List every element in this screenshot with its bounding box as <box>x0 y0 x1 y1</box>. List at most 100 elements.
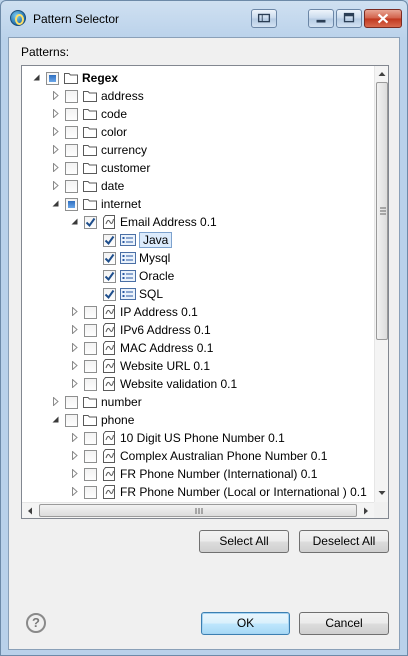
tree-checkbox[interactable] <box>65 198 78 211</box>
tree-checkbox[interactable] <box>65 162 78 175</box>
tree-checkbox[interactable] <box>65 90 78 103</box>
tree-node-label: IP Address 0.1 <box>120 305 198 319</box>
collapsed-arrow-icon[interactable] <box>70 469 79 478</box>
folder-icon <box>83 397 97 408</box>
tree-checkbox[interactable] <box>84 486 97 499</box>
expanded-arrow-icon[interactable] <box>70 217 79 226</box>
tree-node[interactable]: number <box>22 393 374 411</box>
tree-node[interactable]: customer <box>22 159 374 177</box>
expanded-arrow-icon[interactable] <box>51 415 60 424</box>
folder-icon <box>83 415 97 426</box>
tree-checkbox[interactable] <box>84 468 97 481</box>
tree-node[interactable]: IP Address 0.1 <box>22 303 374 321</box>
pattern-tree[interactable]: Regex address code color currency customer dat… <box>21 65 389 519</box>
tree-checkbox[interactable] <box>65 108 78 121</box>
restore-layout-button[interactable] <box>251 9 277 28</box>
collapsed-arrow-icon[interactable] <box>51 145 60 154</box>
tree-checkbox[interactable] <box>84 306 97 319</box>
tree-node[interactable]: Regex <box>22 69 374 87</box>
collapsed-arrow-icon[interactable] <box>51 181 60 190</box>
collapsed-arrow-icon[interactable] <box>70 379 79 388</box>
tree-node-label: Complex Australian Phone Number 0.1 <box>120 449 328 463</box>
pattern-icon <box>103 341 115 355</box>
collapsed-arrow-icon[interactable] <box>70 433 79 442</box>
collapsed-arrow-icon[interactable] <box>51 127 60 136</box>
horizontal-scrollbar[interactable] <box>22 502 374 518</box>
maximize-icon <box>343 12 355 23</box>
scroll-left-icon[interactable] <box>23 504 37 518</box>
tree-node[interactable]: SQL <box>22 285 374 303</box>
tree-checkbox[interactable] <box>46 72 59 85</box>
tree-checkbox[interactable] <box>65 414 78 427</box>
collapsed-arrow-icon[interactable] <box>70 343 79 352</box>
tree-node-label: IPv6 Address 0.1 <box>120 323 211 337</box>
vertical-scrollbar[interactable] <box>374 66 389 502</box>
collapsed-arrow-icon[interactable] <box>70 307 79 316</box>
tree-node[interactable]: color <box>22 123 374 141</box>
collapsed-arrow-icon[interactable] <box>51 109 60 118</box>
minimize-icon <box>316 19 326 23</box>
help-icon[interactable]: ? <box>26 613 46 633</box>
tree-node[interactable]: IPv6 Address 0.1 <box>22 321 374 339</box>
checkmark-icon <box>85 217 96 228</box>
cancel-button[interactable]: Cancel <box>299 612 389 635</box>
tree-node[interactable]: phone <box>22 411 374 429</box>
tree-node[interactable]: code <box>22 105 374 123</box>
tree-node[interactable]: MAC Address 0.1 <box>22 339 374 357</box>
tree-checkbox[interactable] <box>103 288 116 301</box>
tree-checkbox[interactable] <box>84 216 97 229</box>
tree-node[interactable]: Website URL 0.1 <box>22 357 374 375</box>
collapsed-arrow-icon[interactable] <box>70 451 79 460</box>
tree-node[interactable]: 10 Digit US Phone Number 0.1 <box>22 429 374 447</box>
tree-checkbox[interactable] <box>65 126 78 139</box>
collapsed-arrow-icon[interactable] <box>70 361 79 370</box>
tree-checkbox[interactable] <box>84 450 97 463</box>
tree-checkbox[interactable] <box>65 396 78 409</box>
tree-node[interactable]: address <box>22 87 374 105</box>
tree-node-label: 10 Digit US Phone Number 0.1 <box>120 431 285 445</box>
tree-checkbox[interactable] <box>84 342 97 355</box>
deselect-all-button[interactable]: Deselect All <box>299 530 389 553</box>
expanded-arrow-icon[interactable] <box>51 199 60 208</box>
tree-checkbox[interactable] <box>103 234 116 247</box>
vertical-scroll-thumb[interactable] <box>376 82 388 340</box>
tree-node[interactable]: Java <box>22 231 374 249</box>
collapsed-arrow-icon[interactable] <box>51 91 60 100</box>
scroll-up-icon[interactable] <box>375 67 389 81</box>
minimize-button[interactable] <box>308 9 334 28</box>
tree-node[interactable]: date <box>22 177 374 195</box>
tree-checkbox[interactable] <box>65 180 78 193</box>
tree-node-label: MAC Address 0.1 <box>120 341 214 355</box>
tree-checkbox[interactable] <box>103 252 116 265</box>
tree-node[interactable]: FR Phone Number (International) 0.1 <box>22 465 374 483</box>
pattern-icon <box>103 431 115 445</box>
scroll-right-icon[interactable] <box>359 504 373 518</box>
tree-node[interactable]: Complex Australian Phone Number 0.1 <box>22 447 374 465</box>
ok-button[interactable]: OK <box>201 612 290 635</box>
tree-node[interactable]: FR Phone Number (Local or International … <box>22 483 374 501</box>
scroll-down-icon[interactable] <box>375 486 389 500</box>
tree-checkbox[interactable] <box>65 144 78 157</box>
expanded-arrow-icon[interactable] <box>32 73 41 82</box>
collapsed-arrow-icon[interactable] <box>51 163 60 172</box>
collapsed-arrow-icon[interactable] <box>70 325 79 334</box>
tree-node[interactable]: Oracle <box>22 267 374 285</box>
tree-node[interactable]: currency <box>22 141 374 159</box>
close-button[interactable] <box>364 9 402 28</box>
tree-checkbox[interactable] <box>84 324 97 337</box>
title-bar[interactable]: Pattern Selector <box>1 1 407 37</box>
tree-node[interactable]: Email Address 0.1 <box>22 213 374 231</box>
tree-node[interactable]: internet <box>22 195 374 213</box>
select-all-button[interactable]: Select All <box>199 530 289 553</box>
tree-node[interactable]: Website validation 0.1 <box>22 375 374 393</box>
tree-checkbox[interactable] <box>84 432 97 445</box>
tree-node[interactable]: Mysql <box>22 249 374 267</box>
language-icon <box>120 288 136 300</box>
collapsed-arrow-icon[interactable] <box>51 397 60 406</box>
horizontal-scroll-thumb[interactable] <box>39 504 357 517</box>
tree-checkbox[interactable] <box>84 378 97 391</box>
maximize-button[interactable] <box>336 9 362 28</box>
tree-checkbox[interactable] <box>84 360 97 373</box>
tree-checkbox[interactable] <box>103 270 116 283</box>
collapsed-arrow-icon[interactable] <box>70 487 79 496</box>
